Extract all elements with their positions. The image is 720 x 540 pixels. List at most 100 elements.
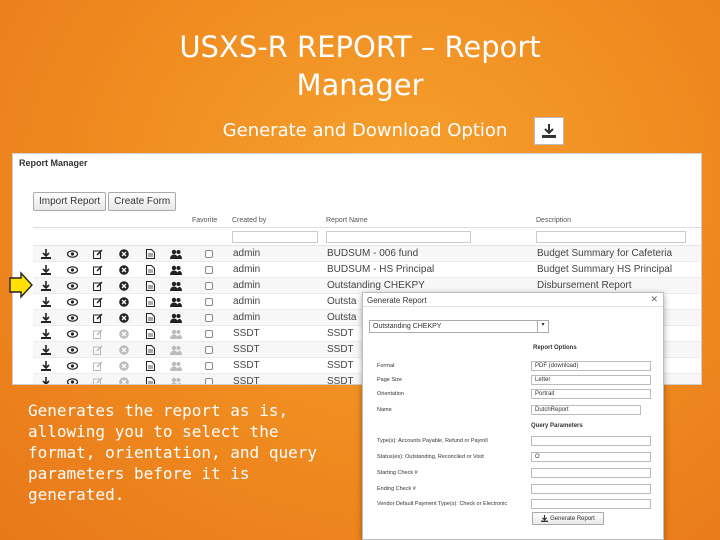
orientation-select[interactable]: Portrait [531, 389, 651, 399]
filter-description-input[interactable] [536, 231, 686, 243]
document-icon[interactable] [137, 248, 163, 259]
delete-icon[interactable] [111, 328, 137, 339]
delete-icon[interactable] [111, 376, 137, 384]
download-icon[interactable] [33, 280, 59, 291]
edit-icon[interactable] [85, 328, 111, 339]
users-icon[interactable] [163, 281, 189, 291]
download-icon[interactable] [33, 344, 59, 355]
delete-icon[interactable] [111, 248, 137, 259]
document-icon[interactable] [137, 376, 163, 384]
favorite-checkbox[interactable] [189, 377, 229, 384]
delete-icon[interactable] [111, 360, 137, 371]
view-icon[interactable] [59, 377, 85, 384]
download-icon[interactable] [33, 264, 59, 275]
name-input[interactable]: DutchReport [531, 405, 641, 415]
favorite-checkbox[interactable] [189, 297, 229, 306]
users-icon[interactable] [163, 361, 189, 371]
view-icon[interactable] [59, 297, 85, 306]
col-description[interactable]: Description [533, 210, 693, 227]
delete-icon[interactable] [111, 312, 137, 323]
param-input[interactable] [531, 436, 651, 446]
filter-created-by-input[interactable] [232, 231, 318, 243]
grid-header: Favorite Created by Report Name Descript… [33, 210, 701, 228]
page-size-label: Page Size [377, 377, 403, 383]
download-icon[interactable] [33, 248, 59, 259]
favorite-checkbox[interactable] [189, 281, 229, 290]
table-row[interactable]: admin BUDSUM - HS Principal Budget Summary… [33, 262, 701, 278]
users-icon[interactable] [163, 345, 189, 355]
users-icon[interactable] [163, 249, 189, 259]
report-select[interactable]: Outstanding CHEKPY ▾ [369, 320, 549, 333]
users-icon[interactable] [163, 265, 189, 275]
edit-icon[interactable] [85, 344, 111, 355]
edit-icon[interactable] [85, 264, 111, 275]
col-favorite[interactable]: Favorite [189, 210, 229, 227]
orientation-label: Orientation [377, 391, 404, 397]
slide-description: Generates the report as is, allowing you… [28, 401, 317, 504]
users-icon[interactable] [163, 377, 189, 384]
pointer-arrow-icon [9, 271, 33, 299]
format-select[interactable]: PDF (download) [531, 361, 651, 371]
favorite-checkbox[interactable] [189, 361, 229, 370]
download-icon[interactable] [33, 360, 59, 371]
users-icon[interactable] [163, 329, 189, 339]
view-icon[interactable] [59, 249, 85, 258]
import-report-button[interactable]: Import Report [33, 192, 107, 211]
download-icon[interactable] [33, 328, 59, 339]
col-created-by[interactable]: Created by [229, 210, 323, 227]
view-icon[interactable] [59, 329, 85, 338]
slide-subtitle: Generate and Download Option [222, 120, 508, 141]
filter-row [33, 228, 701, 246]
document-icon[interactable] [137, 328, 163, 339]
document-icon[interactable] [137, 296, 163, 307]
description-cell: Disbursement Report [537, 280, 632, 291]
param-input[interactable]: O [531, 452, 651, 462]
generate-report-button[interactable]: Generate Report [532, 512, 604, 525]
document-icon[interactable] [137, 344, 163, 355]
filter-report-name-input[interactable] [326, 231, 471, 243]
favorite-checkbox[interactable] [189, 329, 229, 338]
report-manager-title: Report Manager [19, 158, 88, 168]
download-icon [541, 515, 549, 522]
favorite-checkbox[interactable] [189, 265, 229, 274]
favorite-checkbox[interactable] [189, 345, 229, 354]
report-options-header: Report Options [533, 345, 577, 351]
close-icon[interactable]: ✕ [650, 294, 658, 305]
document-icon[interactable] [137, 280, 163, 291]
page-size-select[interactable]: Letter [531, 375, 651, 385]
delete-icon[interactable] [111, 280, 137, 291]
document-icon[interactable] [137, 264, 163, 275]
document-icon[interactable] [137, 312, 163, 323]
create-form-button[interactable]: Create Form [108, 192, 177, 211]
edit-icon[interactable] [85, 360, 111, 371]
document-icon[interactable] [137, 360, 163, 371]
delete-icon[interactable] [111, 296, 137, 307]
view-icon[interactable] [59, 345, 85, 354]
dialog-title: Generate Report [363, 293, 663, 307]
download-icon[interactable] [33, 296, 59, 307]
param-input[interactable] [531, 468, 651, 478]
users-icon[interactable] [163, 313, 189, 323]
edit-icon[interactable] [85, 296, 111, 307]
edit-icon[interactable] [85, 312, 111, 323]
view-icon[interactable] [59, 281, 85, 290]
download-icon[interactable] [33, 376, 59, 384]
favorite-checkbox[interactable] [189, 249, 229, 258]
users-icon[interactable] [163, 297, 189, 307]
param-input[interactable] [531, 484, 651, 494]
download-icon[interactable] [33, 312, 59, 323]
col-report-name[interactable]: Report Name [323, 210, 533, 227]
view-icon[interactable] [59, 361, 85, 370]
view-icon[interactable] [59, 265, 85, 274]
delete-icon[interactable] [111, 264, 137, 275]
favorite-checkbox[interactable] [189, 313, 229, 322]
edit-icon[interactable] [85, 248, 111, 259]
delete-icon[interactable] [111, 344, 137, 355]
table-row[interactable]: admin BUDSUM - 006 fund Budget Summary for… [33, 246, 701, 262]
created-by-cell: SSDT [233, 376, 260, 385]
slide-title: USXS-R REPORT – Report Manager [179, 30, 541, 102]
param-input[interactable] [531, 499, 651, 509]
edit-icon[interactable] [85, 376, 111, 384]
view-icon[interactable] [59, 313, 85, 322]
edit-icon[interactable] [85, 280, 111, 291]
